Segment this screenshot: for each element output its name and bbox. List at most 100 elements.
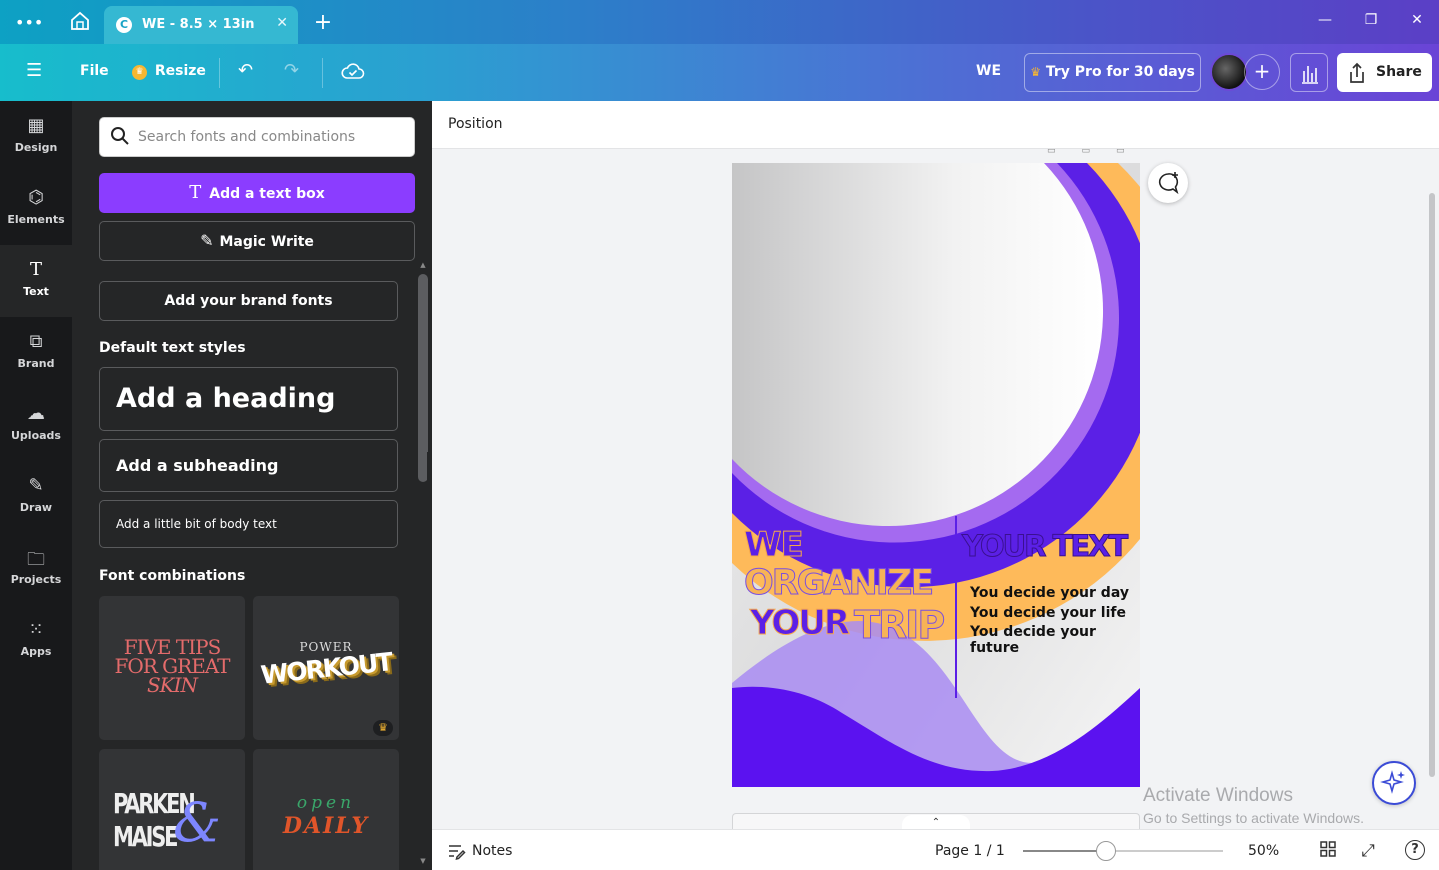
notes-button[interactable]: Notes	[472, 843, 512, 859]
canva-app: ••• C WE - 8.5 × 13in ✕ + — ❐ ✕ ☰ File ♛…	[0, 0, 1439, 870]
design-text-trip[interactable]: TRIP	[853, 603, 945, 648]
new-tab-button[interactable]: +	[310, 10, 336, 36]
add-brand-fonts-button[interactable]: Add your brand fonts	[99, 281, 398, 321]
elements-icon: ⌬	[28, 187, 44, 208]
share-icon	[1347, 53, 1367, 107]
magic-assistant-button[interactable]	[1372, 761, 1416, 805]
rail-item-uploads[interactable]: ☁ Uploads	[0, 389, 72, 461]
page-indicator[interactable]: Page 1 / 1	[935, 843, 1005, 859]
zoom-slider-thumb[interactable]	[1096, 841, 1116, 861]
minimize-icon[interactable]: —	[1313, 12, 1337, 28]
font-combo-five-tips[interactable]: FIVE TIPS FOR GREAT SKIN	[99, 596, 245, 740]
combo-big-text: DAILY	[282, 813, 370, 839]
position-button[interactable]: Position	[448, 116, 503, 132]
resize-label: Resize	[154, 63, 206, 79]
editor-scrollbar[interactable]	[1429, 193, 1435, 777]
share-label: Share	[1376, 64, 1422, 80]
left-nav-rail: ▦ Design ⌬ Elements T Text ⧉ Brand ☁ Upl…	[0, 101, 72, 870]
font-search[interactable]	[99, 117, 415, 157]
help-icon[interactable]: ?	[1405, 840, 1425, 860]
design-text-we[interactable]: WE	[744, 525, 805, 566]
menu-icon[interactable]: ☰	[26, 60, 42, 81]
design-text-your-text[interactable]: YOUR TEXT	[961, 529, 1128, 564]
editor-area: Position ▭▭▭ WE ORGANIZE YOUR TRIP YOUR …	[432, 101, 1439, 870]
browser-tab[interactable]: C WE - 8.5 × 13in ✕	[104, 6, 298, 44]
combo-line: SKIN	[146, 673, 198, 697]
editor-footer: Notes Page 1 / 1 50% ⤢ ?	[432, 829, 1439, 870]
add-text-box-label: Add a text box	[209, 186, 325, 202]
font-combo-open-daily[interactable]: open DAILY	[253, 749, 399, 870]
text-panel: T Add a text box ✎ Magic Write Add your br…	[72, 101, 432, 870]
editor-toolbar: ☰ File ♛ Resize ↶ ↷ WE ♛ Try Pro for 30 …	[0, 44, 1439, 101]
rail-label: Draw	[19, 501, 53, 514]
font-combo-power-workout[interactable]: POWER WORKOUT ♛	[253, 596, 399, 740]
design-text-organize[interactable]: ORGANIZE	[743, 563, 934, 604]
resize-button[interactable]: ♛ Resize	[132, 63, 206, 80]
rail-item-elements[interactable]: ⌬ Elements	[0, 173, 72, 245]
fullscreen-icon[interactable]: ⤢	[1357, 840, 1379, 862]
try-pro-button[interactable]: ♛ Try Pro for 30 days	[1024, 53, 1201, 92]
cloud-saved-icon[interactable]	[341, 60, 365, 87]
default-styles-title: Default text styles	[99, 340, 246, 356]
home-icon[interactable]	[67, 10, 93, 36]
design-text-your[interactable]: YOUR	[749, 603, 850, 644]
panel-scrollbar[interactable]: ▲ ▼	[416, 261, 428, 870]
search-input[interactable]	[138, 126, 398, 148]
rail-label: Elements	[7, 213, 65, 226]
add-subheading-button[interactable]: Add a subheading	[99, 439, 398, 492]
design-divider-line[interactable]	[955, 516, 957, 698]
design-body-line[interactable]: You decide your day	[970, 585, 1129, 601]
combo-script-text: &	[173, 791, 222, 854]
rail-item-apps[interactable]: ⁙ Apps	[0, 605, 72, 677]
rail-item-design[interactable]: ▦ Design	[0, 101, 72, 173]
scroll-down-icon[interactable]: ▼	[418, 857, 428, 865]
scroll-thumb[interactable]	[418, 274, 428, 482]
rail-label: Apps	[20, 645, 52, 658]
add-comment-button[interactable]	[1148, 163, 1188, 203]
tab-close-icon[interactable]: ✕	[276, 15, 288, 31]
zoom-level[interactable]: 50%	[1248, 843, 1279, 859]
font-combo-parken-maise[interactable]: PARKEN MAISE &	[99, 749, 245, 870]
zoom-slider-fill	[1023, 850, 1107, 852]
toolbar-divider	[322, 58, 323, 88]
toolbar-divider	[219, 58, 220, 88]
insights-button[interactable]	[1290, 53, 1328, 92]
bar-chart-icon	[1302, 66, 1318, 84]
design-title[interactable]: WE	[976, 63, 1001, 79]
add-text-box-button[interactable]: T Add a text box	[99, 173, 415, 213]
rail-label: Uploads	[11, 429, 61, 442]
tab-title: WE - 8.5 × 13in	[142, 17, 255, 32]
pro-crown-icon: ♛	[373, 720, 393, 736]
rail-item-brand[interactable]: ⧉ Brand	[0, 317, 72, 389]
add-collaborator-button[interactable]: +	[1244, 54, 1280, 90]
more-icon[interactable]: •••	[15, 10, 43, 36]
draw-icon: ✎	[28, 475, 44, 496]
rail-item-text[interactable]: T Text	[0, 245, 72, 317]
design-body-line[interactable]: You decide your future	[970, 624, 1140, 656]
browser-tabstrip: ••• C WE - 8.5 × 13in ✕ + — ❐ ✕	[0, 0, 1439, 44]
uploads-icon: ☁	[27, 403, 45, 424]
magic-write-button[interactable]: ✎ Magic Write	[99, 221, 415, 261]
window-close-icon[interactable]: ✕	[1405, 12, 1429, 28]
font-combinations-title: Font combinations	[99, 568, 246, 584]
scroll-up-icon[interactable]: ▲	[418, 261, 428, 269]
text-icon: T	[189, 182, 202, 203]
grid-view-icon[interactable]	[1317, 840, 1339, 862]
add-body-text-button[interactable]: Add a little bit of body text	[99, 500, 398, 548]
design-body-line[interactable]: You decide your life	[970, 605, 1126, 621]
rail-item-draw[interactable]: ✎ Draw	[0, 461, 72, 533]
undo-icon[interactable]: ↶	[238, 60, 253, 81]
share-button[interactable]: Share	[1337, 53, 1432, 92]
restore-icon[interactable]: ❐	[1359, 12, 1383, 28]
rail-item-projects[interactable]: 🗀 Projects	[0, 533, 72, 605]
redo-icon[interactable]: ↷	[284, 60, 299, 81]
design-page[interactable]: WE ORGANIZE YOUR TRIP YOUR TEXT You deci…	[732, 163, 1140, 787]
add-heading-button[interactable]: Add a heading	[99, 367, 398, 431]
combo-small-text: open	[296, 793, 356, 813]
notes-icon[interactable]	[446, 841, 466, 861]
avatar[interactable]	[1210, 53, 1248, 91]
file-menu[interactable]: File	[80, 63, 109, 79]
design-background	[732, 163, 1140, 787]
rail-label: Design	[14, 141, 58, 154]
magic-write-label: Magic Write	[219, 234, 314, 250]
